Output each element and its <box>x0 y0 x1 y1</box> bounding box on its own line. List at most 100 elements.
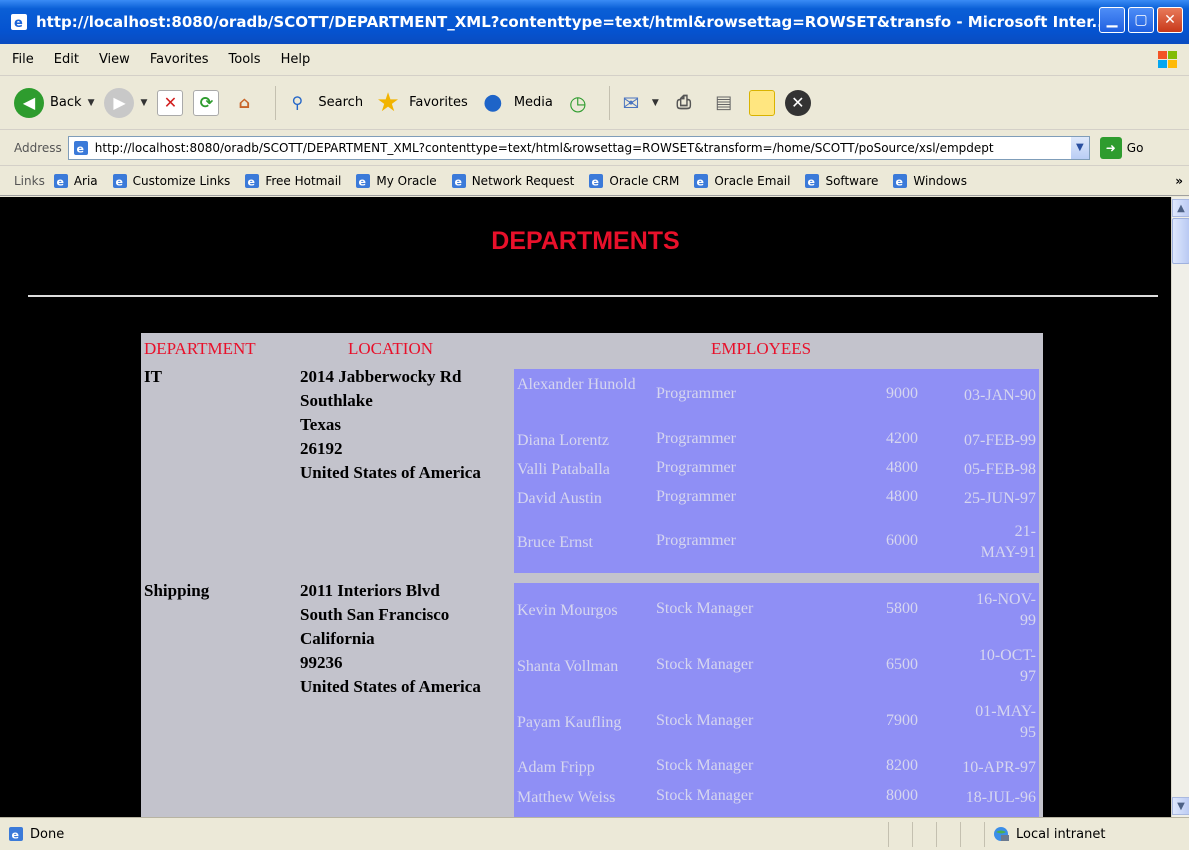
stop-button[interactable]: ✕ <box>157 89 184 116</box>
svg-text:e: e <box>359 175 366 188</box>
history-button[interactable]: ◷ <box>563 88 593 118</box>
link-windows[interactable]: e Windows <box>892 173 967 189</box>
scrollbar-thumb[interactable] <box>1172 218 1189 264</box>
link-my-oracle[interactable]: e My Oracle <box>355 173 437 189</box>
print-button[interactable]: ⎙ <box>669 88 699 118</box>
mail-icon: ✉ <box>622 90 640 115</box>
minimize-button[interactable]: ▁ <box>1099 7 1125 33</box>
link-oracle-email[interactable]: e Oracle Email <box>693 173 790 189</box>
link-software[interactable]: e Software <box>804 173 878 189</box>
back-button[interactable]: ◀ Back ▼ <box>14 87 95 118</box>
menu-help[interactable]: Help <box>281 52 311 67</box>
forward-button[interactable]: ▶ ▼ <box>104 87 147 118</box>
go-button[interactable]: ➜ Go <box>1099 136 1143 159</box>
back-label: Back <box>50 95 82 110</box>
link-free-hotmail[interactable]: e Free Hotmail <box>244 173 341 189</box>
window-title: http://localhost:8080/oradb/SCOTT/DEPART… <box>36 13 1109 31</box>
maximize-button[interactable]: ▢ <box>1128 7 1154 33</box>
scroll-up-icon[interactable]: ▲ <box>1172 199 1189 217</box>
search-button[interactable]: ⚲ Search <box>282 88 364 118</box>
discuss-button[interactable] <box>748 89 775 116</box>
zone-label: Local intranet <box>1016 826 1106 842</box>
link-label: Software <box>825 173 879 188</box>
page-heading: DEPARTMENTS <box>491 227 680 255</box>
media-button[interactable]: ● Media <box>478 88 553 118</box>
favorites-star-icon: ★ <box>376 87 400 118</box>
location-country: United States of America <box>300 463 481 482</box>
home-button[interactable]: ⌂ <box>229 88 259 118</box>
status-divider <box>960 822 961 847</box>
employee-list: Alexander Hunold Programmer 9000 03-JAN-… <box>514 369 1039 573</box>
header-department: DEPARTMENT <box>144 339 256 358</box>
employee-salary: 7900 <box>886 712 918 729</box>
menu-favorites[interactable]: Favorites <box>150 52 209 67</box>
menu-tools[interactable]: Tools <box>229 52 261 67</box>
link-aria[interactable]: e Aria <box>53 173 98 189</box>
address-label: Address <box>14 140 62 155</box>
title-bar[interactable]: e http://localhost:8080/oradb/SCOTT/DEPA… <box>0 0 1189 44</box>
employee-job: Programmer <box>656 532 736 549</box>
link-customize-links[interactable]: e Customize Links <box>112 173 230 189</box>
employee-name: Kevin Mourgos <box>517 602 618 619</box>
link-oracle-crm[interactable]: e Oracle CRM <box>588 173 679 189</box>
employee-hire-date: 25-JUN-97 <box>964 490 1036 507</box>
forward-dropdown-icon[interactable]: ▼ <box>140 98 147 108</box>
edit-button[interactable]: ▤ <box>709 88 739 118</box>
link-label: My Oracle <box>376 173 437 188</box>
go-arrow-icon: ➜ <box>1099 136 1122 159</box>
notes-icon <box>748 89 775 116</box>
toolbar: ◀ Back ▼ ▶ ▼ ✕ ⟳ ⌂ ⚲ Search ★ Favorites … <box>0 76 1189 130</box>
mail-button[interactable]: ✉ ▼ <box>616 88 659 118</box>
links-bar: Links e Aria e Customize Links e Free Ho… <box>0 166 1189 196</box>
link-network-request[interactable]: e Network Request <box>451 173 574 189</box>
maximize-icon: ▢ <box>1134 12 1148 28</box>
address-input[interactable]: e http://localhost:8080/oradb/SCOTT/DEPA… <box>67 135 1090 160</box>
security-zone: Local intranet <box>992 826 1105 842</box>
employee-job: Programmer <box>656 488 736 505</box>
svg-text:e: e <box>56 175 63 188</box>
page-icon: e <box>53 173 68 188</box>
employee-salary: 4200 <box>886 430 918 447</box>
status-divider <box>984 822 985 847</box>
menu-view[interactable]: View <box>99 52 130 67</box>
employee-salary: 8000 <box>886 787 918 804</box>
page-icon: e <box>9 827 23 842</box>
minimize-icon: ▁ <box>1106 12 1118 28</box>
home-icon: ⌂ <box>238 93 251 112</box>
scroll-down-icon[interactable]: ▼ <box>1172 797 1189 815</box>
employee-name: Matthew Weiss <box>517 789 616 806</box>
page-icon: e <box>893 173 908 188</box>
employee-job: Stock Manager <box>656 656 754 673</box>
vertical-scrollbar[interactable]: ▲ ▼ <box>1171 197 1189 817</box>
print-icon: ⎙ <box>676 92 691 113</box>
address-dropdown-icon[interactable]: ▼ <box>1070 136 1089 159</box>
close-button[interactable]: ✕ <box>1157 7 1183 33</box>
employee-row: Bruce Ernst Programmer 6000 21-MAY-91 <box>514 519 1039 567</box>
svg-text:e: e <box>14 16 23 31</box>
search-label: Search <box>318 95 364 110</box>
employee-job: Stock Manager <box>656 712 754 729</box>
messenger-button[interactable]: ✕ <box>784 89 811 116</box>
windows-logo-icon <box>1158 51 1177 68</box>
favorites-label: Favorites <box>409 95 468 110</box>
employee-salary: 8200 <box>886 757 918 774</box>
status-divider <box>888 822 889 847</box>
forward-arrow-icon: ▶ <box>104 87 135 118</box>
employee-name: Payam Kaufling <box>517 714 622 731</box>
search-icon: ⚲ <box>291 93 304 112</box>
history-icon: ◷ <box>569 90 587 115</box>
employee-hire-date: 10-APR-97 <box>962 759 1036 776</box>
favorites-button[interactable]: ★ Favorites <box>373 87 468 118</box>
horizontal-rule <box>28 295 1158 297</box>
menu-edit[interactable]: Edit <box>54 52 79 67</box>
back-dropdown-icon[interactable]: ▼ <box>88 98 95 108</box>
employee-name: David Austin <box>517 490 602 507</box>
links-more-chevron-icon[interactable]: » <box>1175 174 1183 188</box>
mail-dropdown-icon[interactable]: ▼ <box>652 98 659 108</box>
menu-file[interactable]: File <box>12 52 34 67</box>
employee-list: Kevin Mourgos Stock Manager 5800 16-NOV-… <box>514 583 1039 817</box>
page-icon: e <box>73 140 88 155</box>
department-location: 2014 Jabberwocky Rd Southlake Texas 2619… <box>300 365 510 485</box>
refresh-button[interactable]: ⟳ <box>193 89 220 116</box>
employee-job: Programmer <box>656 430 736 447</box>
